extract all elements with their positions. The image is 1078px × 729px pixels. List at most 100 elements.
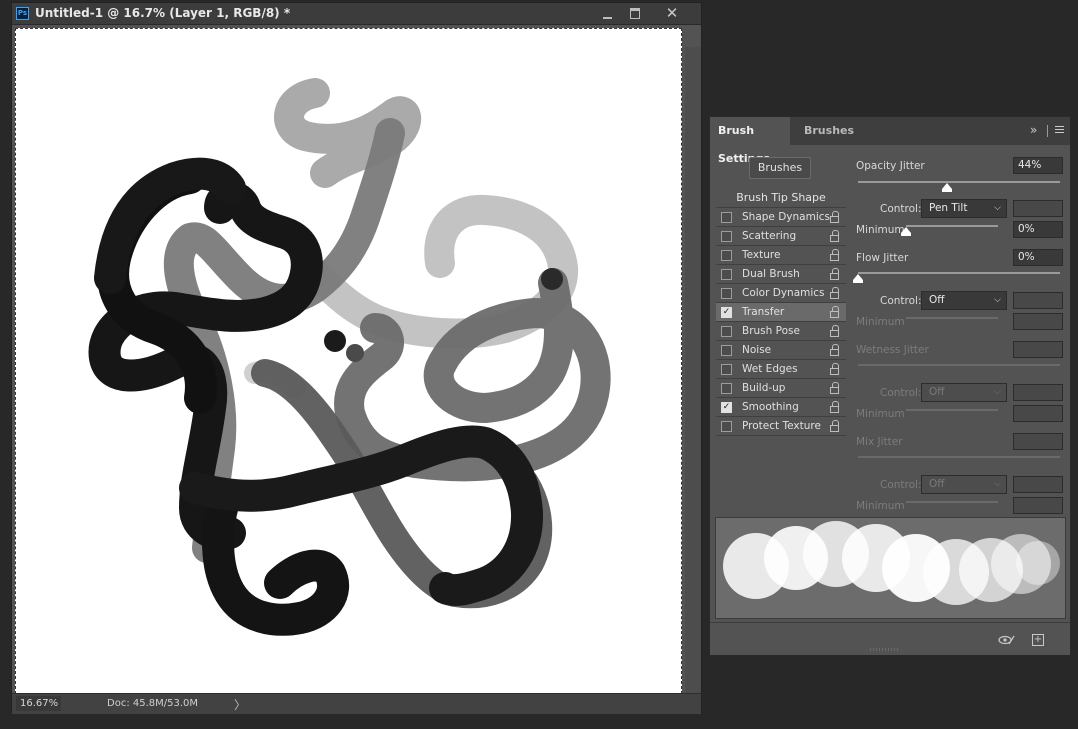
option-label: Texture [742,249,781,261]
wetness-minimum-field [1013,405,1063,422]
new-preset-icon[interactable]: + [1032,634,1044,646]
document-size-info[interactable]: Doc: 45.8M/53.0M [107,698,198,709]
flow-control-value: Off [929,294,945,306]
option-label: Build-up [742,382,786,394]
option-row[interactable]: Dual Brush [716,265,846,284]
opacity-minimum-value[interactable]: 0% [1013,221,1063,238]
tab-brush-settings[interactable]: Brush Settings [710,117,790,165]
lock-icon[interactable] [829,420,841,432]
option-row[interactable]: Scattering [716,227,846,246]
mix-jitter-slider-track [858,456,1060,458]
flow-minimum-field [1013,313,1063,330]
opacity-minimum-slider-track[interactable] [906,225,998,227]
option-row[interactable]: Brush Pose [716,322,846,341]
proof-visibility-icon[interactable] [998,635,1016,645]
close-button[interactable]: ✕ [657,4,687,23]
option-checkbox[interactable] [721,421,732,432]
brushes-button[interactable]: Brushes [749,157,811,179]
collapse-panel-icon[interactable]: » [1030,123,1037,137]
status-menu-arrow-icon[interactable]: 〉 [234,696,246,713]
chevron-down-icon: ⌵ [994,479,1001,489]
mix-control-value: Off [929,478,945,490]
option-label: Color Dynamics [742,287,825,299]
option-row[interactable]: Color Dynamics [716,284,846,303]
option-checkbox[interactable]: ✓ [721,402,732,413]
mix-control-field [1013,476,1063,493]
document-title: Untitled-1 @ 16.7% (Layer 1, RGB/8) * [35,6,291,20]
canvas[interactable] [15,28,682,694]
option-label: Dual Brush [742,268,800,280]
option-checkbox[interactable] [721,250,732,261]
option-row[interactable]: ✓ Smoothing [716,398,846,417]
option-label: Shape Dynamics [742,211,830,223]
option-checkbox[interactable] [721,212,732,223]
lock-icon[interactable] [829,249,841,261]
option-checkbox[interactable]: ✓ [721,307,732,318]
option-row[interactable]: Wet Edges [716,360,846,379]
tab-brushes[interactable]: Brushes [796,117,862,145]
panel-divider [1047,125,1048,137]
document-titlebar[interactable]: Ps Untitled-1 @ 16.7% (Layer 1, RGB/8) *… [12,3,701,25]
option-checkbox[interactable] [721,364,732,375]
zoom-level-field[interactable]: 16.67% [16,696,61,711]
brush-option-list: Brush Tip Shape Shape Dynamics Scattering T… [716,189,846,436]
option-label: Noise [742,344,772,356]
mix-control-select: Off ⌵ [921,475,1007,494]
opacity-jitter-slider-thumb[interactable] [941,183,952,192]
option-checkbox[interactable] [721,288,732,299]
dot-mid [346,344,364,362]
lock-icon[interactable] [829,268,841,280]
opacity-jitter-value[interactable]: 44% [1013,157,1063,174]
maximize-button[interactable] [621,4,648,23]
wetness-jitter-slider-track [858,364,1060,366]
option-row[interactable]: Build-up [716,379,846,398]
option-checkbox[interactable] [721,383,732,394]
lock-icon[interactable] [829,211,841,223]
option-row[interactable]: Protect Texture [716,417,846,436]
lock-icon[interactable] [829,287,841,299]
flow-jitter-slider-track[interactable] [858,272,1060,274]
document-window: Ps Untitled-1 @ 16.7% (Layer 1, RGB/8) *… [11,2,702,714]
option-checkbox[interactable] [721,269,732,280]
option-checkbox[interactable] [721,231,732,242]
option-label: Protect Texture [742,420,821,432]
panel-resize-grip[interactable] [870,648,900,651]
option-checkbox[interactable] [721,345,732,356]
option-row[interactable]: Shape Dynamics [716,208,846,227]
brush-stroke-preview [715,517,1066,619]
lock-icon[interactable] [829,363,841,375]
opacity-control-select[interactable]: Pen Tilt ⌵ [921,199,1007,218]
lock-icon[interactable] [829,382,841,394]
lock-icon[interactable] [829,344,841,356]
lock-icon[interactable] [829,306,841,318]
photoshop-logo-icon: Ps [16,7,29,20]
flow-minimum-slider-track [906,317,998,319]
opacity-minimum-slider-thumb[interactable] [901,227,911,236]
mix-jitter-field [1013,433,1063,450]
vertical-scrollbar[interactable] [685,47,701,714]
lock-icon[interactable] [829,401,841,413]
brush-settings-panel: Brush Settings Brushes » Brushes Brush T… [709,116,1071,655]
panel-menu-icon[interactable] [1055,126,1064,135]
mix-control-label: Control: [880,479,922,491]
option-row[interactable]: Noise [716,341,846,360]
option-checkbox[interactable] [721,326,732,337]
lock-icon[interactable] [829,230,841,242]
option-row[interactable]: Texture [716,246,846,265]
option-row[interactable]: ✓ Transfer [716,303,846,322]
flow-control-select[interactable]: Off ⌵ [921,291,1007,310]
lock-icon[interactable] [829,325,841,337]
mix-jitter-label: Mix Jitter [856,436,903,448]
minimize-button[interactable] [594,4,621,23]
option-row[interactable]: Brush Tip Shape [716,189,846,208]
mix-minimum-label: Minimum [856,500,905,512]
flow-jitter-value[interactable]: 0% [1013,249,1063,266]
option-label: Wet Edges [742,363,798,375]
flow-jitter-slider-thumb[interactable] [853,274,863,283]
stroke-dark-bottom [202,482,350,636]
opacity-jitter-label: Opacity Jitter [856,160,925,172]
wetness-control-value: Off [929,386,945,398]
opacity-jitter-slider-track[interactable] [858,181,1060,183]
canvas-area[interactable] [12,25,701,714]
mix-minimum-field [1013,497,1063,514]
